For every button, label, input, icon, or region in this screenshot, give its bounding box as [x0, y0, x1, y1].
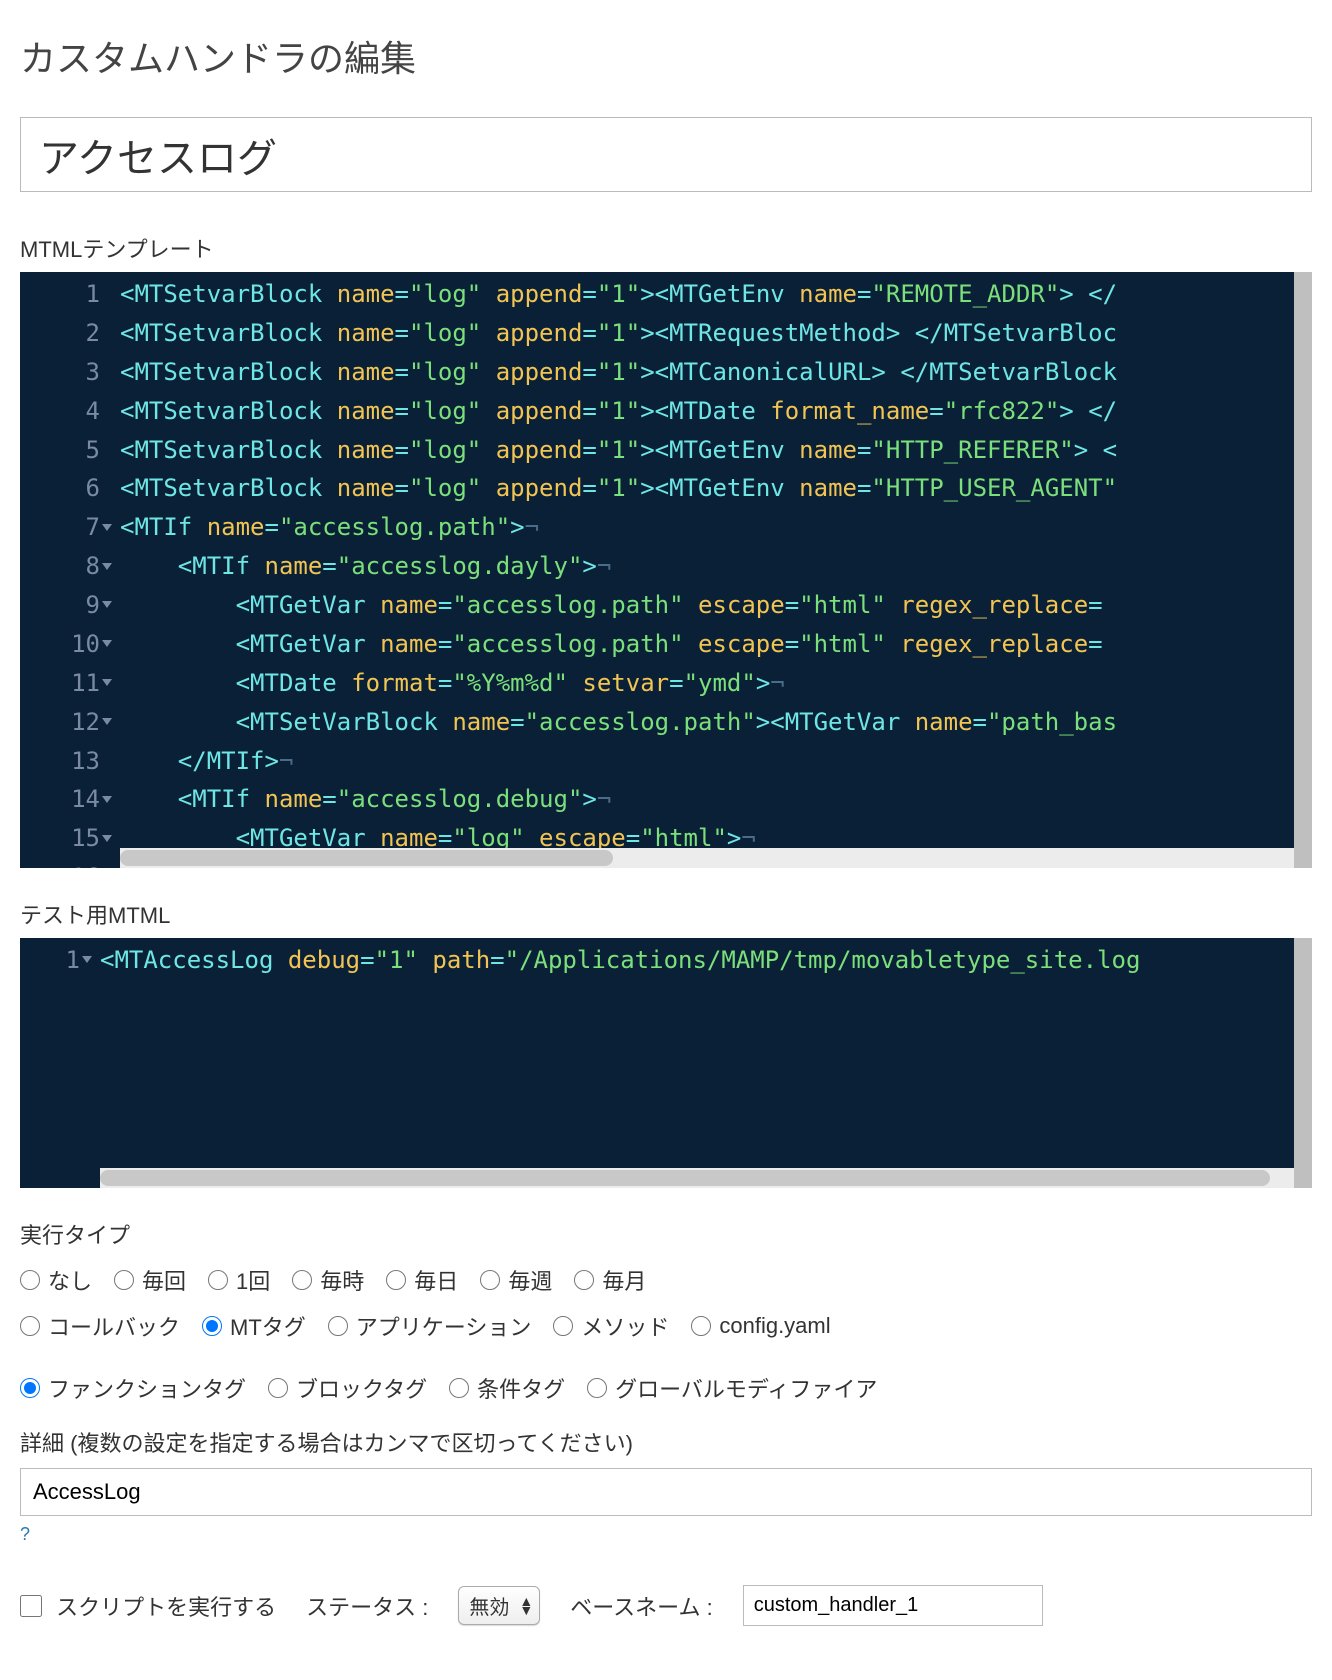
radio-input-gmod[interactable] — [587, 1378, 607, 1398]
radio-input-method[interactable] — [553, 1316, 573, 1336]
detail-label: 詳細 (複数の設定を指定する場合はカンマで区切ってください) — [20, 1426, 1312, 1458]
radio-label-every: 毎回 — [142, 1264, 186, 1296]
radio-cond[interactable]: 条件タグ — [449, 1372, 565, 1404]
test-mtml-code[interactable]: <MTAccessLog debug="1" path="/Applicatio… — [100, 938, 1294, 1168]
radio-input-daily[interactable] — [386, 1270, 406, 1290]
radio-none[interactable]: なし — [20, 1264, 92, 1296]
radio-label-once: 1回 — [236, 1264, 270, 1296]
radio-config[interactable]: config.yaml — [691, 1313, 830, 1339]
radio-label-block: ブロックタグ — [296, 1372, 427, 1404]
mtml-hscroll-thumb[interactable] — [120, 850, 613, 866]
run-script-label[interactable]: スクリプトを実行する — [20, 1590, 276, 1622]
radio-input-none[interactable] — [20, 1270, 40, 1290]
status-selected: 無効 — [469, 1591, 509, 1620]
radio-label-mttag: MTタグ — [230, 1310, 306, 1342]
help-icon[interactable]: ? — [20, 1524, 30, 1545]
radio-mttag[interactable]: MTタグ — [202, 1310, 306, 1342]
radio-input-app[interactable] — [328, 1316, 348, 1336]
mtml-template-label: MTMLテンプレート — [20, 232, 1312, 264]
radio-input-func[interactable] — [20, 1378, 40, 1398]
radio-label-config: config.yaml — [719, 1313, 830, 1339]
radio-label-monthly: 毎月 — [602, 1264, 646, 1296]
radio-input-cond[interactable] — [449, 1378, 469, 1398]
radio-label-gmod: グローバルモディファイア — [615, 1372, 877, 1404]
radio-input-config[interactable] — [691, 1316, 711, 1336]
select-arrows-icon: ▲▼ — [519, 1597, 533, 1615]
test-mtml-hscroll-thumb[interactable] — [100, 1170, 1270, 1186]
run-script-text: スクリプトを実行する — [56, 1595, 276, 1620]
handler-name-input[interactable] — [20, 117, 1312, 192]
radio-label-hourly: 毎時 — [320, 1264, 364, 1296]
radio-label-method: メソッド — [581, 1310, 669, 1342]
bottom-row: スクリプトを実行する ステータス : 無効 ▲▼ ベースネーム : — [20, 1585, 1312, 1626]
exec-type-row-3: ファンクションタグ ブロックタグ 条件タグ グローバルモディファイア — [20, 1372, 1312, 1404]
radio-input-callback[interactable] — [20, 1316, 40, 1336]
radio-callback[interactable]: コールバック — [20, 1310, 180, 1342]
run-script-checkbox[interactable] — [20, 1595, 42, 1617]
status-select[interactable]: 無効 ▲▼ — [458, 1586, 540, 1625]
radio-input-hourly[interactable] — [292, 1270, 312, 1290]
radio-weekly[interactable]: 毎週 — [480, 1264, 552, 1296]
status-label: ステータス : — [306, 1590, 428, 1622]
radio-label-app: アプリケーション — [356, 1310, 532, 1342]
radio-once[interactable]: 1回 — [208, 1264, 270, 1296]
basename-input[interactable] — [743, 1585, 1043, 1626]
exec-type-row-2: コールバック MTタグ アプリケーション メソッド config.yaml — [20, 1310, 1312, 1342]
radio-block[interactable]: ブロックタグ — [268, 1372, 427, 1404]
mtml-code[interactable]: <MTSetvarBlock name="log" append="1"><MT… — [120, 272, 1294, 848]
radio-label-daily: 毎日 — [414, 1264, 458, 1296]
radio-label-weekly: 毎週 — [508, 1264, 552, 1296]
test-mtml-label: テスト用MTML — [20, 898, 1312, 930]
test-mtml-gutter: 1 — [20, 938, 92, 1168]
radio-input-once[interactable] — [208, 1270, 228, 1290]
mtml-hscroll[interactable] — [120, 848, 1294, 868]
radio-input-weekly[interactable] — [480, 1270, 500, 1290]
exec-type-label: 実行タイプ — [20, 1218, 1312, 1250]
radio-input-block[interactable] — [268, 1378, 288, 1398]
detail-input[interactable] — [20, 1468, 1312, 1516]
radio-method[interactable]: メソッド — [553, 1310, 669, 1342]
mtml-gutter: 12345678910111213141516 — [20, 272, 112, 848]
radio-daily[interactable]: 毎日 — [386, 1264, 458, 1296]
radio-label-func: ファンクションタグ — [48, 1372, 246, 1404]
radio-every[interactable]: 毎回 — [114, 1264, 186, 1296]
radio-hourly[interactable]: 毎時 — [292, 1264, 364, 1296]
page-title: カスタムハンドラの編集 — [20, 30, 1312, 82]
radio-monthly[interactable]: 毎月 — [574, 1264, 646, 1296]
radio-input-mttag[interactable] — [202, 1316, 222, 1336]
mtml-editor[interactable]: 12345678910111213141516 <MTSetvarBlock n… — [20, 272, 1312, 868]
basename-label: ベースネーム : — [570, 1590, 712, 1622]
test-mtml-editor[interactable]: 1 <MTAccessLog debug="1" path="/Applicat… — [20, 938, 1312, 1188]
radio-label-callback: コールバック — [48, 1310, 180, 1342]
test-mtml-hscroll[interactable] — [100, 1168, 1294, 1188]
radio-func[interactable]: ファンクションタグ — [20, 1372, 246, 1404]
exec-type-row-1: なし 毎回 1回 毎時 毎日 毎週 毎月 — [20, 1264, 1312, 1296]
radio-gmod[interactable]: グローバルモディファイア — [587, 1372, 877, 1404]
radio-app[interactable]: アプリケーション — [328, 1310, 532, 1342]
radio-label-none: なし — [48, 1264, 92, 1296]
radio-label-cond: 条件タグ — [477, 1372, 565, 1404]
radio-input-every[interactable] — [114, 1270, 134, 1290]
radio-input-monthly[interactable] — [574, 1270, 594, 1290]
